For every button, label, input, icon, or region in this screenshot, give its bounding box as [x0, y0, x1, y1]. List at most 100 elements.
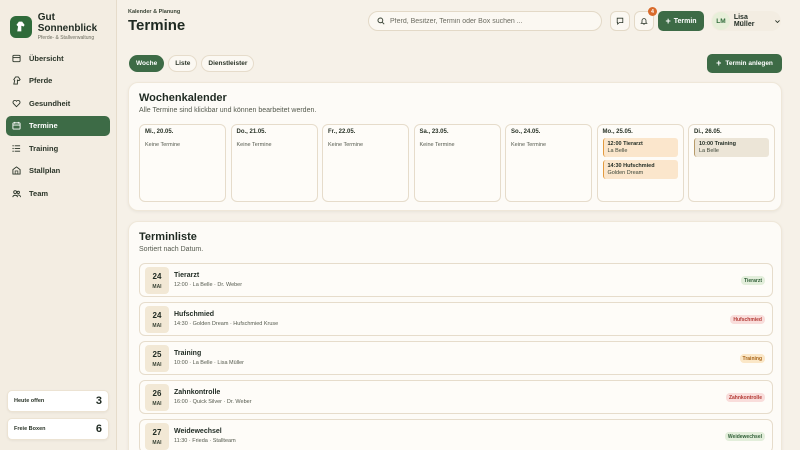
sidebar-nav: Übersicht Pferde Gesundheit Termine Trai… — [6, 48, 110, 206]
user-menu[interactable]: LM Lisa Müller — [711, 11, 781, 31]
list-item[interactable]: 27 MAI Weidewechsel 11:30 · Frieda · Sta… — [139, 419, 773, 450]
search-input[interactable] — [390, 17, 590, 25]
date-box: 27 MAI — [145, 423, 169, 450]
day-column[interactable]: Sa., 23.05. Keine Termine — [413, 124, 501, 202]
message-icon — [616, 17, 624, 25]
sidebar-item-label: Stallplan — [29, 166, 61, 175]
stable-icon — [12, 166, 21, 175]
day-column[interactable]: Do., 21.05. Keine Termine — [230, 124, 318, 202]
tab-dienstleister[interactable]: Dienstleister — [201, 55, 255, 72]
day-label: Sa., 23.05. — [419, 129, 449, 135]
bell-icon — [640, 18, 648, 25]
calendar-event[interactable]: 14:30 Hufschmied Golden Dream — [602, 160, 678, 179]
horse-icon — [13, 76, 21, 85]
notifications-button[interactable]: 4 — [634, 7, 657, 31]
day-column[interactable]: So., 24.05. Keine Termine — [505, 124, 592, 202]
status-badge: Training — [739, 354, 765, 363]
status-badge: Tierarzt — [741, 276, 765, 285]
brand-subtitle: Pferde- & Stallverwaltung — [37, 35, 95, 41]
sidebar-item-pferde[interactable]: Pferde — [6, 71, 110, 91]
day-column[interactable]: Fr., 22.05. Keine Termine — [322, 124, 409, 202]
date-month: MAI — [152, 400, 162, 407]
stat-label: Heute offen — [14, 398, 45, 404]
sidebar-item-label: Übersicht — [29, 53, 64, 63]
item-details: 10:00 · La Belle · Lisa Müller — [174, 360, 245, 366]
day-column[interactable]: Di., 26.05. 10:00 Training La Belle — [688, 124, 775, 202]
date-day: 24 — [152, 310, 162, 320]
add-termin-label: Termin — [673, 17, 697, 25]
stat-freie-boxen[interactable]: Freie Boxen 6 — [7, 418, 109, 440]
day-empty: Keine Termine — [236, 142, 272, 148]
status-badge: Hufschmied — [730, 315, 765, 324]
add-termin-button[interactable]: + Termin — [658, 11, 704, 31]
search-box[interactable] — [368, 11, 602, 31]
event-horse: La Belle — [699, 148, 719, 154]
item-title: Tierarzt — [174, 272, 200, 279]
item-details: 14:30 · Golden Dream · Hufschmied Kruse — [174, 321, 279, 327]
day-empty: Keine Termine — [419, 142, 455, 148]
sidebar-item-team[interactable]: Team — [6, 183, 110, 203]
item-title: Hufschmied — [174, 311, 215, 318]
day-column[interactable]: Mi., 20.05. Keine Termine — [139, 124, 226, 202]
list-item[interactable]: 24 MAI Tierarzt 12:00 · La Belle · Dr. W… — [139, 263, 773, 297]
date-month: MAI — [152, 439, 162, 446]
week-days: Mi., 20.05. Keine Termine Do., 21.05. Ke… — [139, 124, 775, 202]
date-month: MAI — [152, 361, 162, 368]
day-label: So., 24.05. — [511, 129, 541, 135]
week-calendar-title: Wochenkalender — [139, 92, 227, 104]
tab-woche[interactable]: Woche — [129, 55, 165, 72]
notification-badge: 4 — [648, 7, 657, 16]
termin-list-panel: Terminliste Sortiert nach Datum. 24 MAI … — [128, 221, 782, 450]
day-label: Mo., 25.05. — [602, 129, 633, 135]
week-calendar-panel: Wochenkalender Alle Termine sind klickba… — [128, 82, 782, 211]
date-box: 24 MAI — [145, 267, 169, 294]
day-empty: Keine Termine — [145, 142, 181, 148]
item-details: 12:00 · La Belle · Dr. Weber — [174, 282, 243, 288]
tab-liste[interactable]: Liste — [168, 55, 198, 72]
calendar-event[interactable]: 12:00 Tierarzt La Belle — [602, 138, 678, 157]
sidebar-item-gesundheit[interactable]: Gesundheit — [6, 93, 110, 113]
date-day: 27 — [152, 427, 162, 437]
day-empty: Keine Termine — [511, 142, 547, 148]
stat-value: 3 — [95, 395, 102, 407]
brand[interactable]: Gut Sonnenblick Pferde- & Stallverwaltun… — [10, 12, 116, 41]
brand-name: Gut Sonnenblick — [37, 12, 98, 34]
user-name: Lisa Müller — [733, 14, 755, 28]
plus-icon: + — [665, 15, 671, 26]
status-badge: Zahnkontrolle — [725, 393, 765, 402]
item-details: 11:30 · Frieda · Stallteam — [174, 438, 236, 444]
create-termin-button[interactable]: + Termin anlegen — [707, 54, 782, 73]
stat-label: Freie Boxen — [14, 426, 46, 432]
sidebar-item-label: Termine — [29, 121, 58, 130]
status-badge: Weidewechsel — [724, 432, 765, 441]
list-item[interactable]: 26 MAI Zahnkontrolle 16:00 · Quick Silve… — [139, 380, 773, 414]
day-label: Fr., 22.05. — [328, 129, 356, 135]
event-title: 14:30 Hufschmied — [607, 163, 655, 169]
list-item[interactable]: 25 MAI Training 10:00 · La Belle · Lisa … — [139, 341, 773, 375]
sidebar-item-uebersicht[interactable]: Übersicht — [6, 48, 110, 68]
sidebar-item-termine[interactable]: Termine — [6, 115, 110, 136]
day-column[interactable]: Mo., 25.05. 12:00 Tierarzt La Belle 14:3… — [596, 124, 684, 202]
create-termin-label: Termin anlegen — [725, 60, 773, 67]
message-button[interactable] — [610, 11, 630, 31]
avatar: LM — [712, 12, 730, 30]
date-month: MAI — [152, 322, 162, 329]
list-item[interactable]: 24 MAI Hufschmied 14:30 · Golden Dream ·… — [139, 302, 773, 336]
horse-logo-icon — [10, 15, 32, 38]
list-icon — [12, 144, 21, 152]
termin-list-title: Terminliste — [139, 231, 197, 243]
breadcrumb[interactable]: Kalender & Planung — [128, 9, 180, 15]
termin-list-subtitle: Sortiert nach Datum. — [139, 246, 204, 253]
day-label: Do., 21.05. — [236, 129, 267, 135]
stat-value: 6 — [95, 423, 102, 435]
top-header: Kalender & Planung Termine 4 + Termin LM… — [117, 0, 800, 45]
stat-heute-offen[interactable]: Heute offen 3 — [7, 390, 109, 412]
sidebar-item-stallplan[interactable]: Stallplan — [6, 161, 110, 181]
date-day: 26 — [152, 388, 162, 398]
item-title: Zahnkontrolle — [174, 389, 221, 396]
sidebar-item-training[interactable]: Training — [6, 138, 110, 158]
calendar-event[interactable]: 10:00 Training La Belle — [694, 138, 769, 157]
heart-icon — [12, 99, 21, 107]
event-title: 10:00 Training — [699, 141, 736, 147]
sidebar-item-label: Team — [29, 188, 49, 198]
